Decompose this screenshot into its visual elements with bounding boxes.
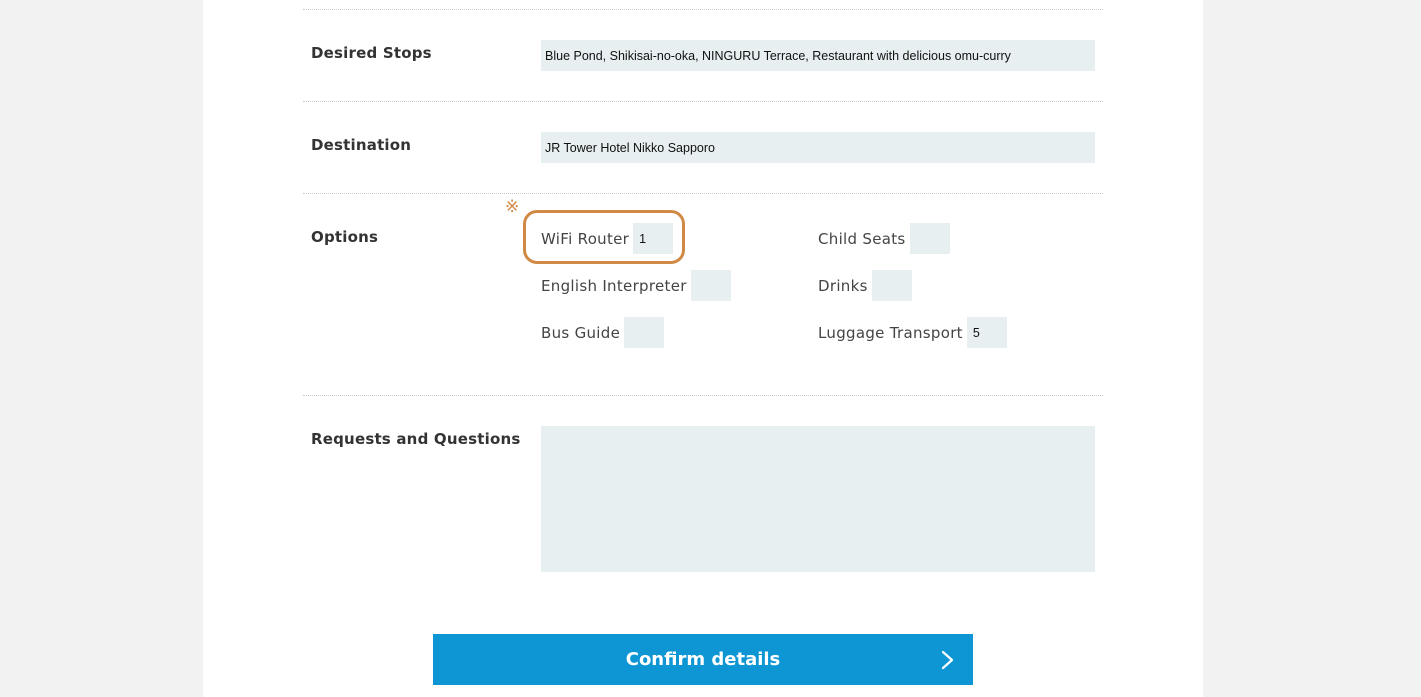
option-label: English Interpreter bbox=[541, 276, 687, 295]
option-label: Child Seats bbox=[818, 229, 906, 248]
option-label: Luggage Transport bbox=[818, 323, 963, 342]
requests-label: Requests and Questions bbox=[311, 430, 521, 448]
divider bbox=[303, 9, 1103, 10]
child-seats-quantity-input[interactable] bbox=[909, 223, 950, 254]
option-label: Drinks bbox=[818, 276, 868, 295]
wifi-router-quantity-input[interactable] bbox=[633, 223, 674, 254]
luggage-transport-quantity-input[interactable] bbox=[966, 317, 1007, 348]
desired-stops-label: Desired Stops bbox=[311, 44, 432, 62]
drinks-quantity-input[interactable] bbox=[871, 270, 912, 301]
options-label: Options bbox=[311, 228, 379, 246]
divider bbox=[303, 395, 1103, 396]
divider bbox=[303, 193, 1103, 194]
confirm-details-button[interactable]: Confirm details bbox=[433, 634, 973, 685]
option-luggage-transport: Luggage Transport bbox=[818, 317, 1007, 348]
option-drinks: Drinks bbox=[818, 270, 912, 301]
option-wifi-router: WiFi Router bbox=[541, 223, 674, 254]
confirm-details-label: Confirm details bbox=[625, 649, 781, 670]
desired-stops-input[interactable] bbox=[541, 40, 1095, 71]
english-interpreter-quantity-input[interactable] bbox=[690, 270, 731, 301]
bus-guide-quantity-input[interactable] bbox=[624, 317, 665, 348]
requests-textarea[interactable] bbox=[541, 426, 1095, 572]
chevron-right-icon bbox=[941, 650, 954, 670]
reference-mark: ※ bbox=[505, 197, 520, 217]
option-child-seats: Child Seats bbox=[818, 223, 950, 254]
divider bbox=[303, 101, 1103, 102]
option-label: Bus Guide bbox=[541, 323, 621, 342]
option-english-interpreter: English Interpreter bbox=[541, 270, 731, 301]
option-bus-guide: Bus Guide bbox=[541, 317, 665, 348]
destination-label: Destination bbox=[311, 136, 412, 154]
destination-input[interactable] bbox=[541, 132, 1095, 163]
option-label: WiFi Router bbox=[541, 229, 630, 248]
form-page: Desired Stops Destination Options ※ WiFi… bbox=[203, 0, 1203, 697]
